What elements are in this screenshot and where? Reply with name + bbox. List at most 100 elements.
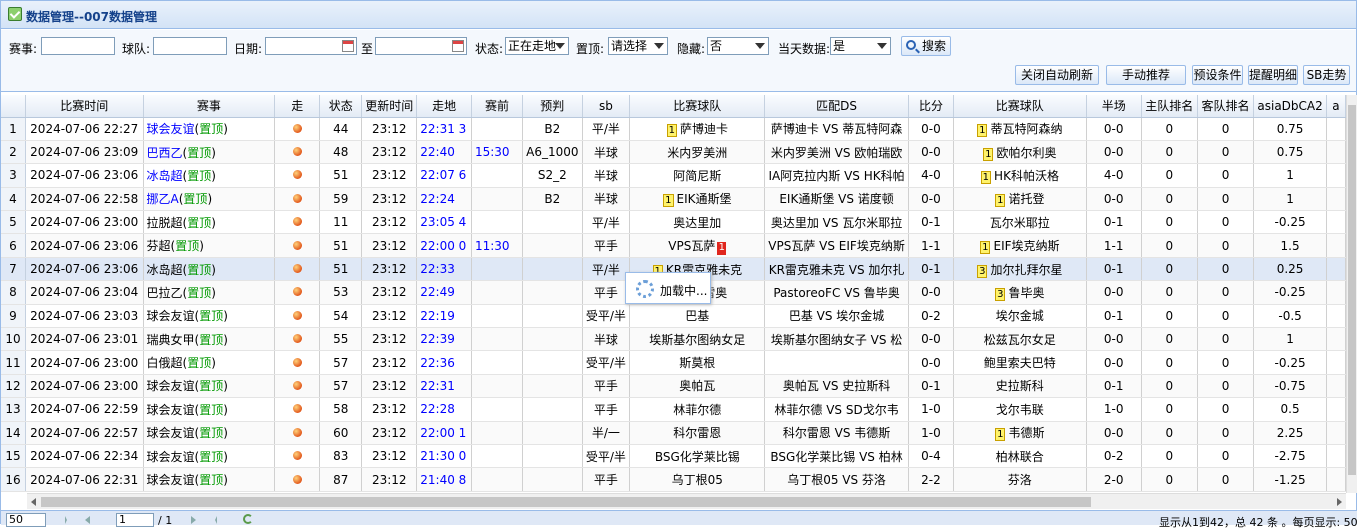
live-icon-cell[interactable] <box>274 397 321 422</box>
vertical-scroll-thumb[interactable] <box>1348 105 1356 475</box>
first-page-icon[interactable] <box>65 516 73 524</box>
pin-link[interactable]: 置顶 <box>199 450 223 464</box>
match-input[interactable] <box>41 37 115 55</box>
table-row[interactable]: 6 2024-07-06 23:06 芬超(置顶) 51 23:12 22:00 0 11:… <box>1 233 1346 258</box>
column-header[interactable]: 更新时间 <box>361 95 418 118</box>
next-page-icon[interactable] <box>191 516 196 524</box>
football-icon[interactable] <box>292 310 302 320</box>
pin-link[interactable]: 置顶 <box>187 356 211 370</box>
football-icon[interactable] <box>292 404 302 414</box>
table-row[interactable]: 9 2024-07-06 23:03 球会友谊(置顶) 54 23:12 22:19 受平/… <box>1 304 1346 329</box>
league-cell[interactable]: 球会友谊(置顶) <box>143 467 276 492</box>
league-cell[interactable]: 球会友谊(置顶) <box>143 374 276 399</box>
column-header[interactable]: asiaDbCA2 <box>1253 95 1327 118</box>
close-auto-refresh-button[interactable]: 关闭自动刷新 <box>1015 65 1099 85</box>
pin-link[interactable]: 置顶 <box>187 286 211 300</box>
live-icon-cell[interactable] <box>274 140 321 165</box>
column-header[interactable]: 预判 <box>522 95 583 118</box>
league-cell[interactable]: 球会友谊(置顶) <box>143 117 276 141</box>
football-icon[interactable] <box>292 334 302 344</box>
pin-link[interactable]: 置顶 <box>199 333 223 347</box>
live-icon-cell[interactable] <box>274 467 321 492</box>
column-header[interactable]: 比赛球队 <box>953 95 1087 118</box>
last-page-icon[interactable] <box>209 516 217 524</box>
prev-page-icon[interactable] <box>85 516 90 524</box>
column-header[interactable]: 半场 <box>1086 95 1142 118</box>
column-header[interactable]: 赛前 <box>471 95 524 118</box>
table-row[interactable]: 11 2024-07-06 23:00 白俄超(置顶) 57 23:12 22:36 受平/… <box>1 350 1346 375</box>
pin-link[interactable]: 置顶 <box>199 473 223 487</box>
football-icon[interactable] <box>292 193 302 203</box>
table-row[interactable]: 2 2024-07-06 23:09 巴西乙(置顶) 48 23:12 22:40 15:3… <box>1 140 1346 165</box>
football-icon[interactable] <box>292 380 302 390</box>
horizontal-scrollbar[interactable] <box>27 493 1346 509</box>
column-header[interactable]: sb <box>582 95 631 118</box>
sb-trend-button[interactable]: SB走势 <box>1303 65 1350 85</box>
football-icon[interactable] <box>292 240 302 250</box>
vertical-scrollbar[interactable] <box>1346 95 1357 493</box>
pin-link[interactable]: 置顶 <box>199 122 223 136</box>
live-icon-cell[interactable] <box>274 187 321 212</box>
column-header[interactable]: 匹配DS <box>764 95 909 118</box>
league-cell[interactable]: 拉脱超(置顶) <box>143 210 276 235</box>
hide-select[interactable]: 否 <box>707 37 769 55</box>
table-row[interactable]: 3 2024-07-06 23:06 冰岛超(置顶) 51 23:12 22:07 6 S2… <box>1 163 1346 188</box>
league-cell[interactable]: 球会友谊(置顶) <box>143 304 276 329</box>
refresh-icon[interactable] <box>243 514 253 524</box>
league-cell[interactable]: 球会友谊(置顶) <box>143 397 276 422</box>
live-icon-cell[interactable] <box>274 257 321 282</box>
live-icon-cell[interactable] <box>274 210 321 235</box>
scroll-left-icon[interactable] <box>31 498 36 506</box>
live-icon-cell[interactable] <box>274 280 321 305</box>
pin-link[interactable]: 置顶 <box>183 192 207 206</box>
football-icon[interactable] <box>292 264 302 274</box>
calendar-icon[interactable] <box>342 40 354 52</box>
football-icon[interactable] <box>292 451 302 461</box>
league-cell[interactable]: 冰岛超(置顶) <box>143 257 276 282</box>
league-cell[interactable]: 球会友谊(置顶) <box>143 444 276 469</box>
league-cell[interactable]: 巴西乙(置顶) <box>143 140 276 165</box>
league-cell[interactable]: 芬超(置顶) <box>143 233 276 258</box>
football-icon[interactable] <box>292 217 302 227</box>
league-cell[interactable]: 挪乙A(置顶) <box>143 187 276 212</box>
pin-link[interactable]: 置顶 <box>199 426 223 440</box>
table-row[interactable]: 13 2024-07-06 22:59 球会友谊(置顶) 58 23:12 22:28 平手… <box>1 397 1346 422</box>
reminder-detail-button[interactable]: 提醒明细 <box>1248 65 1298 85</box>
league-cell[interactable]: 冰岛超(置顶) <box>143 163 276 188</box>
column-header[interactable]: 比赛时间 <box>25 95 144 118</box>
table-row[interactable]: 16 2024-07-06 22:31 球会友谊(置顶) 87 23:12 21:40 8… <box>1 467 1346 492</box>
column-header[interactable]: 比赛球队 <box>629 95 766 118</box>
live-icon-cell[interactable] <box>274 304 321 329</box>
league-cell[interactable]: 瑞典女甲(置顶) <box>143 327 276 352</box>
page-size-select[interactable]: 50 <box>6 513 46 527</box>
calendar-icon[interactable] <box>452 40 464 52</box>
horizontal-scroll-thumb[interactable] <box>41 497 1091 507</box>
league-cell[interactable]: 白俄超(置顶) <box>143 350 276 375</box>
page-number-input[interactable]: 1 <box>116 513 154 527</box>
live-icon-cell[interactable] <box>274 350 321 375</box>
team-input[interactable] <box>153 37 227 55</box>
football-icon[interactable] <box>292 357 302 367</box>
table-row[interactable]: 14 2024-07-06 22:57 球会友谊(置顶) 60 23:12 22:00 1… <box>1 421 1346 445</box>
column-header[interactable]: 主队排名 <box>1141 95 1198 118</box>
table-row[interactable]: 1 2024-07-06 22:27 球会友谊(置顶) 44 23:12 22:31 3 B… <box>1 117 1346 141</box>
today-select[interactable]: 是 <box>830 37 891 55</box>
column-header[interactable]: 赛事 <box>143 95 276 118</box>
table-row[interactable]: 12 2024-07-06 23:00 球会友谊(置顶) 57 23:12 22:31 平手… <box>1 374 1346 399</box>
live-icon-cell[interactable] <box>274 327 321 352</box>
table-row[interactable]: 15 2024-07-06 22:34 球会友谊(置顶) 83 23:12 21:30 0… <box>1 444 1346 469</box>
pin-link[interactable]: 置顶 <box>187 263 211 277</box>
live-icon-cell[interactable] <box>274 163 321 188</box>
search-button[interactable]: 搜索 <box>901 36 952 56</box>
live-icon-cell[interactable] <box>274 421 321 445</box>
scroll-right-icon[interactable] <box>1337 498 1342 506</box>
table-row[interactable]: 10 2024-07-06 23:01 瑞典女甲(置顶) 55 23:12 22:39 半球… <box>1 327 1346 352</box>
column-header[interactable]: 客队排名 <box>1197 95 1255 118</box>
pin-select[interactable]: 请选择 <box>608 37 668 55</box>
live-icon-cell[interactable] <box>274 444 321 469</box>
pin-link[interactable]: 置顶 <box>199 403 223 417</box>
pin-link[interactable]: 置顶 <box>187 216 211 230</box>
manual-recommend-button[interactable]: 手动推荐 <box>1106 65 1186 85</box>
pin-link[interactable]: 置顶 <box>187 169 211 183</box>
football-icon[interactable] <box>292 123 302 133</box>
